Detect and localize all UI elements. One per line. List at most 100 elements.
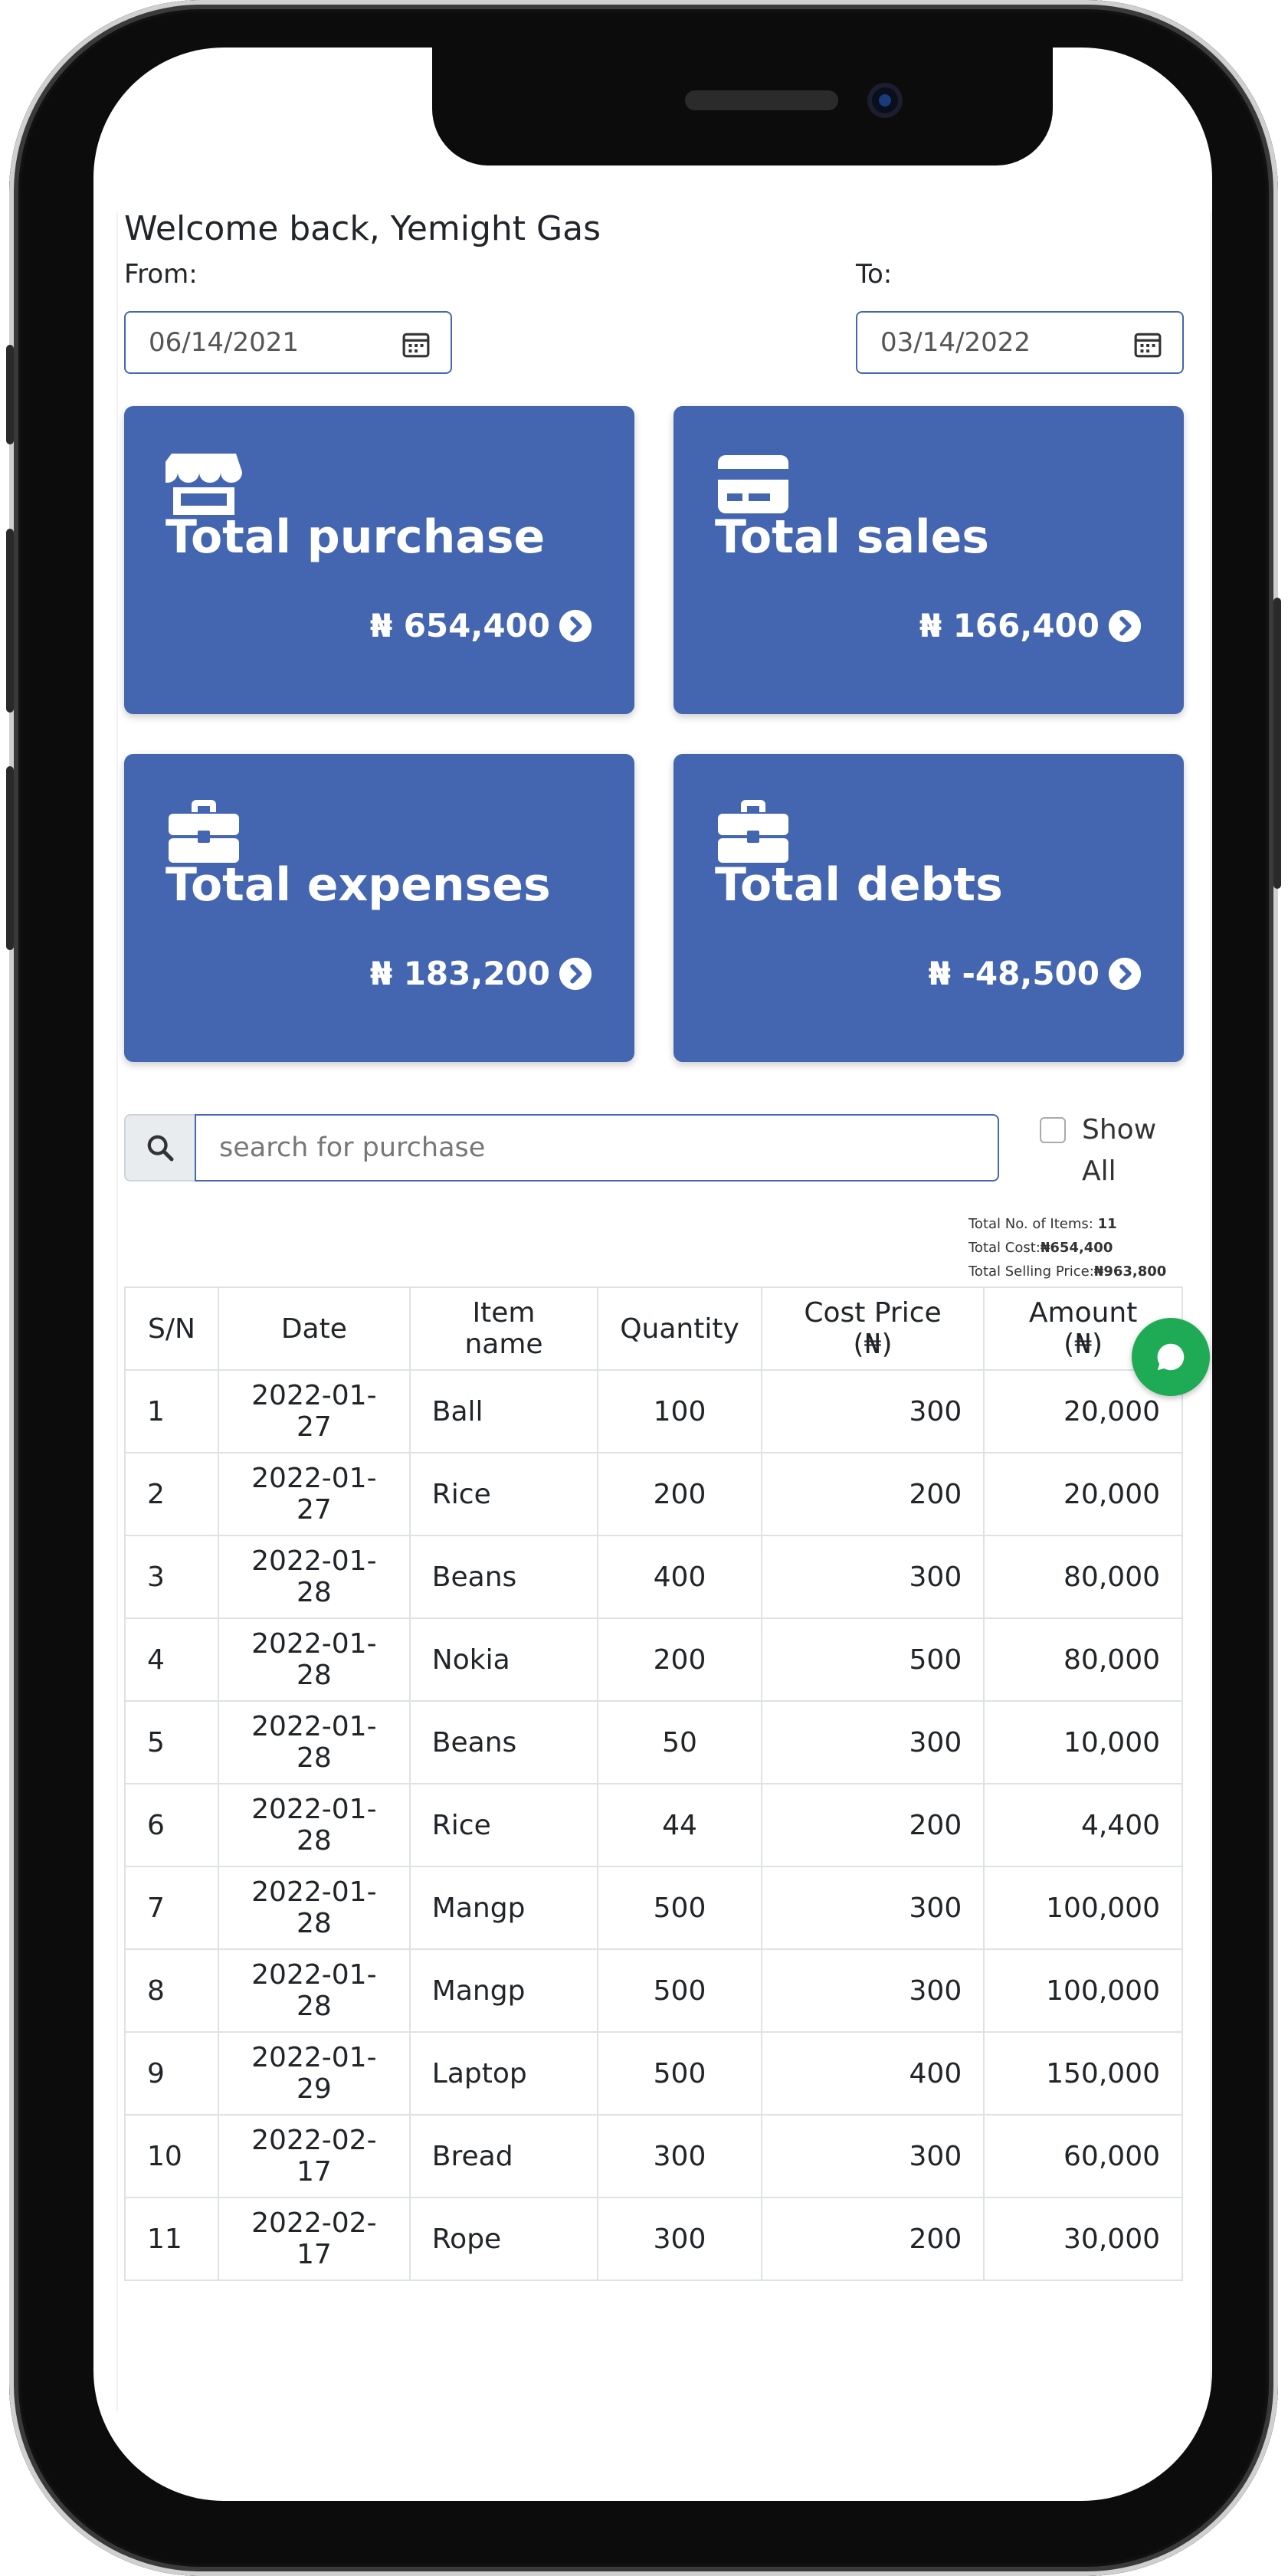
cell-quantity: 500 bbox=[597, 1948, 762, 2033]
cell-cost-price: 400 bbox=[760, 2031, 985, 2116]
table-row[interactable]: 4 2022-01-28 Nokia 200 500 80,000 bbox=[124, 1617, 1183, 1702]
chat-icon bbox=[1157, 1343, 1185, 1371]
search-icon bbox=[147, 1135, 174, 1162]
cell-amount: 100,000 bbox=[983, 1866, 1183, 1950]
cell-amount: 100,000 bbox=[983, 1948, 1183, 2033]
shop-icon bbox=[166, 454, 242, 515]
to-label: To: bbox=[856, 259, 893, 290]
chevron-circle-right-icon[interactable] bbox=[1107, 608, 1142, 644]
search-placeholder: search for purchase bbox=[219, 1132, 486, 1163]
card-amount-value: ₦ 183,200 bbox=[369, 955, 550, 992]
calendar-icon[interactable] bbox=[1133, 329, 1162, 359]
table-row[interactable]: 2 2022-01-27 Rice 200 200 20,000 bbox=[124, 1452, 1183, 1536]
volume-down-button bbox=[6, 766, 14, 950]
cell-sn: 1 bbox=[124, 1369, 219, 1454]
table-row[interactable]: 10 2022-02-17 Bread 300 300 60,000 bbox=[124, 2114, 1183, 2198]
dashboard-app: Welcome back, Yemight Gas From: To: 06/1… bbox=[93, 48, 1212, 2501]
to-date-value: 03/14/2022 bbox=[880, 327, 1031, 358]
cell-quantity: 44 bbox=[597, 1783, 762, 1867]
show-all-label: Show All bbox=[1082, 1114, 1157, 1187]
total-expenses-card[interactable]: Total expenses ₦ 183,200 bbox=[124, 754, 634, 1062]
chevron-circle-right-icon[interactable] bbox=[558, 608, 593, 644]
cell-amount: 4,400 bbox=[983, 1783, 1183, 1867]
table-row[interactable]: 9 2022-01-29 Laptop 500 400 150,000 bbox=[124, 2031, 1183, 2116]
total-purchase-card[interactable]: Total purchase ₦ 654,400 bbox=[124, 406, 634, 714]
show-all-checkbox[interactable] bbox=[1040, 1117, 1066, 1143]
table-row[interactable]: 11 2022-02-17 Rope 300 200 30,000 bbox=[124, 2197, 1183, 2281]
cell-sn: 10 bbox=[124, 2114, 219, 2198]
card-amount-value: ₦ -48,500 bbox=[928, 955, 1100, 992]
table-row[interactable]: 6 2022-01-28 Rice 44 200 4,400 bbox=[124, 1783, 1183, 1867]
card-title: Total debts bbox=[715, 858, 1003, 912]
cell-item-name: Rice bbox=[408, 1452, 599, 1536]
table-row[interactable]: 7 2022-01-28 Mangp 500 300 100,000 bbox=[124, 1866, 1183, 1950]
cell-item-name: Mangp bbox=[408, 1866, 599, 1950]
calendar-icon[interactable] bbox=[401, 329, 431, 359]
cell-amount: 60,000 bbox=[983, 2114, 1183, 2198]
cell-date: 2022-01-29 bbox=[217, 2031, 411, 2116]
total-items: Total No. of Items: 11 bbox=[968, 1216, 1117, 1232]
column-header-item-name[interactable]: Item name bbox=[408, 1286, 599, 1371]
cell-date: 2022-01-27 bbox=[217, 1369, 411, 1454]
cell-cost-price: 300 bbox=[760, 1369, 985, 1454]
cell-date: 2022-01-27 bbox=[217, 1452, 411, 1536]
table-header-row: S/N Date Item name Quantity Cost Price (… bbox=[124, 1286, 1183, 1371]
chevron-circle-right-icon[interactable] bbox=[1107, 956, 1142, 991]
cell-item-name: Beans bbox=[408, 1535, 599, 1619]
total-debts-card[interactable]: Total debts ₦ -48,500 bbox=[673, 754, 1184, 1062]
cell-quantity: 100 bbox=[597, 1369, 762, 1454]
table-row[interactable]: 8 2022-01-28 Mangp 500 300 100,000 bbox=[124, 1948, 1183, 2033]
card-amount: ₦ -48,500 bbox=[929, 955, 1142, 992]
mute-switch bbox=[6, 345, 14, 444]
cell-sn: 7 bbox=[124, 1866, 219, 1950]
cell-cost-price: 300 bbox=[760, 1535, 985, 1619]
cell-quantity: 500 bbox=[597, 1866, 762, 1950]
total-cost: Total Cost:₦654,400 bbox=[968, 1240, 1113, 1256]
cell-date: 2022-02-17 bbox=[217, 2197, 411, 2281]
from-date-input[interactable]: 06/14/2021 bbox=[124, 311, 452, 374]
column-header-quantity[interactable]: Quantity bbox=[597, 1286, 762, 1371]
table-row[interactable]: 1 2022-01-27 Ball 100 300 20,000 bbox=[124, 1369, 1183, 1454]
cell-sn: 8 bbox=[124, 1948, 219, 2033]
column-header-sn[interactable]: S/N bbox=[124, 1286, 219, 1371]
cell-date: 2022-01-28 bbox=[217, 1535, 411, 1619]
table-row[interactable]: 3 2022-01-28 Beans 400 300 80,000 bbox=[124, 1535, 1183, 1619]
cell-amount: 80,000 bbox=[983, 1535, 1183, 1619]
speaker-grille bbox=[685, 90, 838, 110]
cell-cost-price: 300 bbox=[760, 2114, 985, 2198]
cell-item-name: Laptop bbox=[408, 2031, 599, 2116]
cell-amount: 30,000 bbox=[983, 2197, 1183, 2281]
chat-button[interactable] bbox=[1132, 1318, 1210, 1396]
cell-cost-price: 200 bbox=[760, 2197, 985, 2281]
search-button[interactable] bbox=[124, 1114, 195, 1181]
column-header-cost-price[interactable]: Cost Price (₦) bbox=[760, 1286, 985, 1371]
to-date-input[interactable]: 03/14/2022 bbox=[856, 311, 1184, 374]
cell-item-name: Rope bbox=[408, 2197, 599, 2281]
phone-screen: Welcome back, Yemight Gas From: To: 06/1… bbox=[93, 48, 1212, 2501]
column-header-date[interactable]: Date bbox=[217, 1286, 411, 1371]
cell-amount: 150,000 bbox=[983, 2031, 1183, 2116]
total-sales-card[interactable]: Total sales ₦ 166,400 bbox=[673, 406, 1184, 714]
cell-date: 2022-01-28 bbox=[217, 1617, 411, 1702]
cell-cost-price: 300 bbox=[760, 1866, 985, 1950]
cell-cost-price: 500 bbox=[760, 1617, 985, 1702]
card-title: Total sales bbox=[715, 510, 989, 564]
table-row[interactable]: 5 2022-01-28 Beans 50 300 10,000 bbox=[124, 1700, 1183, 1785]
card-amount: ₦ 183,200 bbox=[370, 955, 593, 992]
cell-quantity: 200 bbox=[597, 1617, 762, 1702]
cell-sn: 9 bbox=[124, 2031, 219, 2116]
cell-sn: 3 bbox=[124, 1535, 219, 1619]
from-label: From: bbox=[124, 259, 198, 290]
credit-card-icon bbox=[718, 455, 788, 513]
cell-date: 2022-01-28 bbox=[217, 1700, 411, 1785]
purchases-table: S/N Date Item name Quantity Cost Price (… bbox=[124, 1286, 1183, 2281]
search-input[interactable]: search for purchase bbox=[195, 1114, 999, 1181]
chevron-circle-right-icon[interactable] bbox=[558, 956, 593, 991]
card-amount: ₦ 654,400 bbox=[370, 607, 593, 644]
cell-item-name: Mangp bbox=[408, 1948, 599, 2033]
card-title: Total expenses bbox=[166, 858, 551, 912]
cell-sn: 2 bbox=[124, 1452, 219, 1536]
cell-sn: 5 bbox=[124, 1700, 219, 1785]
cell-cost-price: 300 bbox=[760, 1948, 985, 2033]
cell-cost-price: 200 bbox=[760, 1783, 985, 1867]
